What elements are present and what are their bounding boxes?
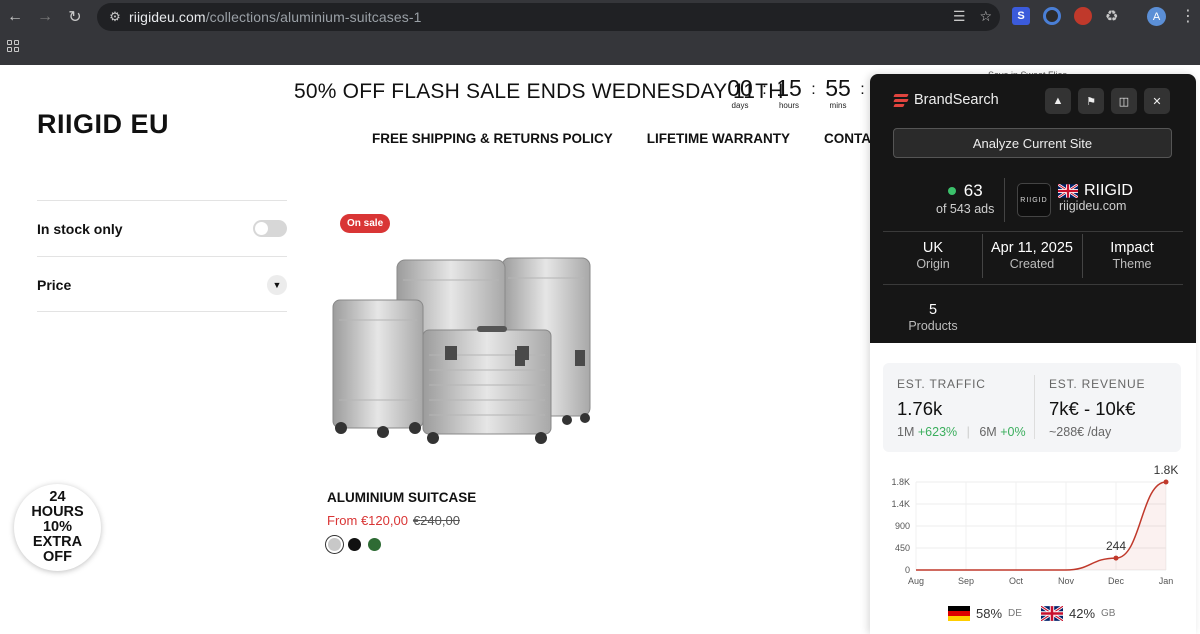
price-original: €240,00 [412, 513, 460, 528]
product-image[interactable] [327, 250, 593, 468]
extensions-bar: S ♻ [1012, 7, 1118, 25]
in-stock-toggle[interactable] [253, 220, 287, 237]
forward-arrow-icon[interactable]: → [34, 6, 56, 28]
brandsearch-mark-icon [893, 94, 909, 107]
chart-data-point [1113, 555, 1119, 561]
countdown-mins: 55 mins [825, 75, 851, 110]
swatch-black[interactable] [348, 538, 361, 551]
panel-header: BrandSearch ▲ ⚑ ◫ ✕ Analyze Current Site… [870, 74, 1196, 343]
theme-stat: Impact Theme [1110, 240, 1154, 271]
chart-data-label: 244 [1106, 539, 1126, 553]
uk-flag-icon [1058, 184, 1078, 198]
products-stat: 5 Products [908, 302, 958, 333]
product-price: From €120,00 €240,00 [327, 513, 460, 528]
chart-y-tick-label: 1.4K [891, 499, 910, 509]
chart-y-tick-label: 900 [895, 521, 910, 531]
analyze-site-button[interactable]: Analyze Current Site [893, 128, 1172, 158]
chart-x-tick-label: Oct [1009, 576, 1024, 586]
revenue-per-day: ~288€ /day [1049, 425, 1112, 439]
main-nav: FREE SHIPPING & RETURNS POLICY LIFETIME … [372, 131, 889, 146]
active-dot-icon [947, 187, 956, 195]
product-title[interactable]: ALUMINIUM SUITCASE [327, 490, 476, 505]
filter-divider [37, 311, 287, 312]
price-current: From €120,00 [327, 513, 408, 528]
brandsearch-panel: BrandSearch ▲ ⚑ ◫ ✕ Analyze Current Site… [870, 74, 1196, 634]
nav-shipping-returns[interactable]: FREE SHIPPING & RETURNS POLICY [372, 131, 613, 146]
promo-24h-badge[interactable]: 24 HOURS 10% EXTRA OFF [14, 484, 101, 571]
chart-x-tick-label: Dec [1108, 576, 1125, 586]
traffic-revenue-card: EST. TRAFFIC 1.76k 1M +623% | 6M +0% EST… [883, 363, 1181, 452]
traffic-changes: 1M +623% | 6M +0% [897, 425, 1026, 439]
back-arrow-icon[interactable]: ← [4, 6, 26, 28]
address-bar[interactable]: ⚙ riigideu.com/collections/aluminium-sui… [97, 3, 1000, 31]
on-sale-badge: On sale [340, 214, 391, 233]
chart-data-point [1163, 479, 1169, 485]
traffic-label: EST. TRAFFIC [897, 377, 986, 391]
announcement-bar: 50% OFF FLASH SALE ENDS WEDNESDAY 11TH [294, 80, 784, 103]
geo-de: 58% DE [948, 606, 1022, 621]
countdown-hours: 15 hours [776, 75, 802, 110]
close-icon[interactable]: ✕ [1144, 88, 1170, 114]
chevron-down-icon[interactable]: ▼ [267, 274, 287, 295]
chart-data-label: 1.8K [1154, 463, 1179, 477]
filter-price[interactable]: Price ▼ [37, 256, 287, 312]
store-domain[interactable]: riigideu.com [1059, 199, 1126, 213]
traffic-chart: 0 450 900 1.4K 1.8K Aug Sep Oct Nov Dec Jan 244 1.8K [891, 463, 1179, 586]
store-logo[interactable]: RIIGID EU [37, 106, 169, 134]
menu-kebab-icon[interactable]: ⋮ [1180, 6, 1196, 26]
chart-y-tick-label: 0 [905, 565, 910, 575]
store-logo-thumb: RIIGID [1017, 183, 1051, 217]
price-filter-label: Price [37, 276, 72, 293]
swatch-green[interactable] [368, 538, 381, 551]
apps-grid-icon[interactable] [7, 40, 21, 54]
profile-avatar[interactable]: A [1147, 7, 1166, 26]
browser-chrome: ← → ↻ ⚙ riigideu.com/collections/alumini… [0, 0, 1200, 65]
collapse-chevron-up-icon[interactable]: ▲ [1045, 88, 1071, 114]
extension-s-icon[interactable]: S [1012, 7, 1030, 25]
traffic-value: 1.76k [897, 398, 943, 419]
revenue-value: 7k€ - 10k€ [1049, 398, 1136, 419]
store-name: RIIGID [1058, 182, 1133, 200]
geo-gb: 42% GB [1041, 606, 1115, 621]
gb-flag-icon [1041, 606, 1063, 621]
countdown-timer: 00 days : 15 hours : 55 mins : [720, 76, 867, 110]
translate-icon[interactable]: ☰ [953, 8, 966, 25]
countdown-days: 00 days [727, 75, 753, 110]
url-text[interactable]: riigideu.com/collections/aluminium-suitc… [129, 9, 422, 25]
extension-chrome-icon[interactable] [1043, 7, 1061, 25]
in-stock-label: In stock only [37, 220, 123, 237]
created-stat: Apr 11, 2025 Created [991, 240, 1073, 271]
extension-brandsearch-icon[interactable] [1074, 7, 1092, 25]
site-info-icon[interactable]: ⚙ [101, 9, 129, 25]
chart-x-tick-label: Aug [908, 576, 924, 586]
bookmark-star-icon[interactable]: ☆ [979, 8, 992, 25]
chart-y-tick-label: 450 [895, 543, 910, 553]
revenue-label: EST. REVENUE [1049, 377, 1146, 391]
filter-in-stock[interactable]: In stock only [37, 200, 287, 256]
puzzle-icon[interactable]: ♻ [1105, 7, 1118, 25]
reload-icon[interactable]: ↻ [64, 6, 86, 28]
origin-stat: UK Origin [916, 240, 950, 271]
de-flag-icon [948, 606, 970, 621]
chart-x-tick-label: Sep [958, 576, 974, 586]
sidebar-layout-icon[interactable]: ◫ [1111, 88, 1137, 114]
chart-x-tick-label: Nov [1058, 576, 1075, 586]
chart-x-tick-label: Jan [1159, 576, 1174, 586]
chart-y-tick-label: 1.8K [891, 477, 910, 487]
swatch-silver[interactable] [328, 538, 341, 551]
nav-lifetime-warranty[interactable]: LIFETIME WARRANTY [647, 131, 790, 146]
pin-icon[interactable]: ⚑ [1078, 88, 1104, 114]
brandsearch-logo: BrandSearch [893, 92, 999, 108]
color-swatches [328, 538, 381, 551]
ads-count: 63 of 543 ads [936, 181, 995, 216]
